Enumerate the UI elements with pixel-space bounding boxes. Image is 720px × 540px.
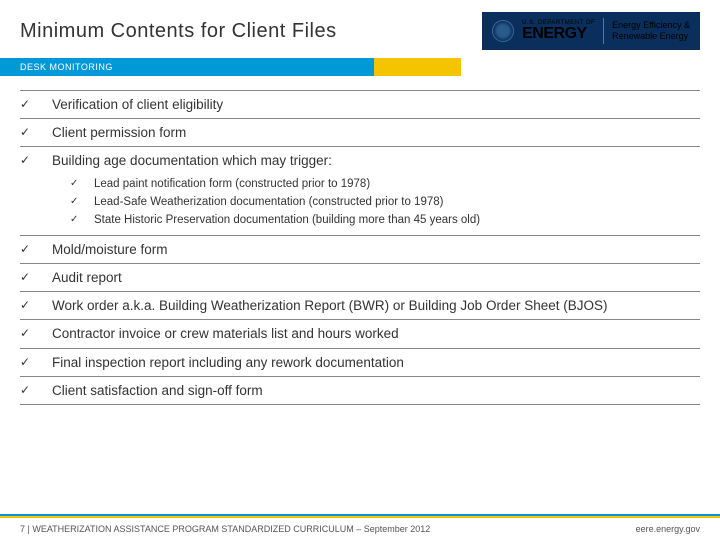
list-item: ✓ Building age documentation which may t…: [20, 147, 700, 235]
check-icon: ✓: [20, 124, 38, 139]
subitem-text: State Historic Preservation documentatio…: [94, 214, 480, 226]
item-text: Work order a.k.a. Building Weatherizatio…: [52, 297, 607, 315]
item-text: Mold/moisture form: [52, 241, 168, 259]
subitem-text: Lead-Safe Weatherization documentation (…: [94, 196, 443, 208]
list-item: ✓ Client permission form: [20, 119, 700, 147]
item-text: Contractor invoice or crew materials lis…: [52, 325, 399, 343]
band-label: DESK MONITORING: [20, 62, 113, 72]
band-yellow: [374, 58, 460, 76]
check-icon: ✓: [70, 196, 84, 208]
nested-item: Building age documentation which may tri…: [52, 152, 700, 230]
list-item: ✓ Mold/moisture form: [20, 236, 700, 264]
logo-name: ENERGY: [522, 26, 595, 42]
check-icon: ✓: [20, 269, 38, 284]
footer-left: 7 | WEATHERIZATION ASSISTANCE PROGRAM ST…: [20, 524, 430, 534]
item-text: Audit report: [52, 269, 122, 287]
page-title: Minimum Contents for Client Files: [20, 20, 337, 43]
check-icon: ✓: [70, 214, 84, 226]
check-icon: ✓: [20, 241, 38, 256]
section-band: DESK MONITORING: [0, 58, 720, 76]
footer-right: eere.energy.gov: [636, 524, 700, 534]
sublist-item: ✓ Lead-Safe Weatherization documentation…: [70, 193, 700, 211]
band-blue: DESK MONITORING: [0, 58, 374, 76]
logo-text: U.S. DEPARTMENT OF ENERGY: [522, 20, 595, 42]
checklist: ✓ Verification of client eligibility ✓ C…: [0, 76, 720, 405]
slide-footer: 7 | WEATHERIZATION ASSISTANCE PROGRAM ST…: [0, 516, 720, 540]
check-icon: ✓: [20, 96, 38, 111]
sublist-item: ✓ Lead paint notification form (construc…: [70, 175, 700, 193]
band-rest: [461, 58, 720, 76]
doe-seal-icon: [492, 20, 514, 42]
sublist: ✓ Lead paint notification form (construc…: [52, 171, 700, 231]
check-icon: ✓: [70, 178, 84, 190]
list-item: ✓ Work order a.k.a. Building Weatherizat…: [20, 292, 700, 320]
logo-divider: [603, 18, 604, 44]
item-text: Client permission form: [52, 124, 186, 142]
sublist-item: ✓ State Historic Preservation documentat…: [70, 211, 700, 229]
item-text: Building age documentation which may tri…: [52, 153, 332, 168]
slide-header: Minimum Contents for Client Files U.S. D…: [0, 0, 720, 58]
doe-logo: U.S. DEPARTMENT OF ENERGY Energy Efficie…: [482, 12, 700, 50]
subitem-text: Lead paint notification form (constructe…: [94, 178, 370, 190]
list-item: ✓ Audit report: [20, 264, 700, 292]
check-icon: ✓: [20, 354, 38, 369]
item-text: Client satisfaction and sign-off form: [52, 382, 263, 400]
check-icon: ✓: [20, 152, 38, 167]
list-item: ✓ Verification of client eligibility: [20, 90, 700, 119]
check-icon: ✓: [20, 382, 38, 397]
check-icon: ✓: [20, 297, 38, 312]
list-item: ✓ Client satisfaction and sign-off form: [20, 377, 700, 405]
list-item: ✓ Contractor invoice or crew materials l…: [20, 320, 700, 348]
list-item: ✓ Final inspection report including any …: [20, 349, 700, 377]
check-icon: ✓: [20, 325, 38, 340]
logo-subtitle: Energy Efficiency & Renewable Energy: [612, 20, 690, 42]
item-text: Final inspection report including any re…: [52, 354, 404, 372]
item-text: Verification of client eligibility: [52, 96, 223, 114]
